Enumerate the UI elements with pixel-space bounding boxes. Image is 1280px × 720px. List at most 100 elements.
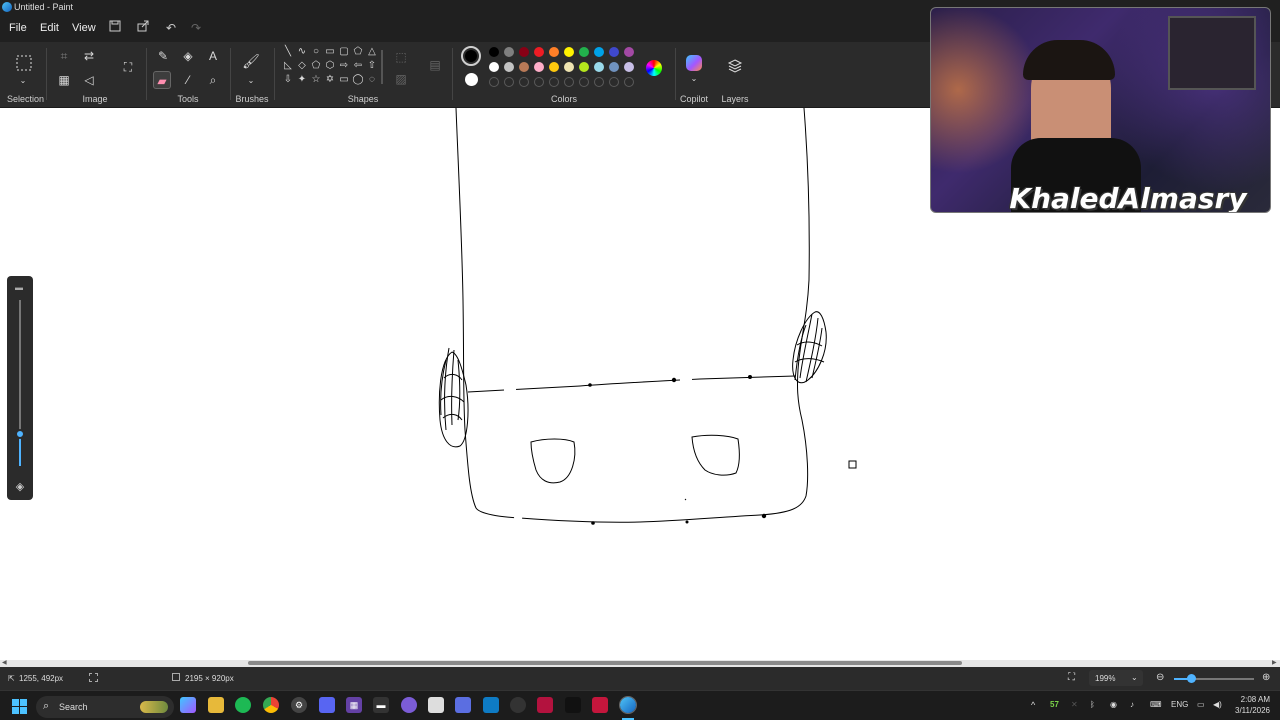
gamepad-icon[interactable] (455, 697, 471, 713)
color-swatch[interactable] (564, 47, 574, 57)
shapes-scrollbar[interactable] (381, 50, 383, 84)
color-swatch[interactable] (549, 47, 559, 57)
color-swatch[interactable] (564, 62, 574, 72)
bluetooth-icon[interactable]: ᛒ (1090, 700, 1095, 709)
color-swatch[interactable] (594, 62, 604, 72)
up-arrow-shape-icon[interactable]: ⇧ (366, 60, 378, 72)
pencil-icon[interactable]: ✎ (154, 47, 172, 65)
zoom-slider-knob[interactable] (1187, 674, 1196, 683)
tray-icon[interactable]: ✕ (1071, 700, 1078, 709)
undo-icon[interactable]: ↶ (163, 20, 179, 36)
color-swatch[interactable] (624, 47, 634, 57)
color-swatch[interactable] (489, 62, 499, 72)
file-explorer-icon[interactable] (208, 697, 224, 713)
custom-color-slot[interactable] (624, 77, 634, 87)
five-star-shape-icon[interactable]: ☆ (310, 74, 322, 86)
color-swatch[interactable] (579, 47, 589, 57)
scroll-right-icon[interactable]: ▶ (1272, 659, 1277, 666)
chevron-down-icon[interactable]: ⌄ (242, 72, 260, 90)
chevron-up-icon[interactable]: ^ (1031, 700, 1035, 710)
menu-edit[interactable]: Edit (40, 22, 59, 34)
custom-color-slot[interactable] (579, 77, 589, 87)
hexagon-shape-icon[interactable]: ⬡ (324, 60, 336, 72)
chevron-down-icon[interactable]: ⌄ (14, 72, 32, 90)
copilot-taskbar-icon[interactable] (180, 697, 196, 713)
fill-style-icon[interactable]: ▨ (392, 70, 410, 88)
shape-options-icon[interactable]: ▤ (426, 56, 444, 74)
color-swatch[interactable] (549, 62, 559, 72)
keyboard-icon[interactable]: ⌨ (1150, 700, 1162, 709)
custom-color-slot[interactable] (609, 77, 619, 87)
network-icon[interactable]: ▭ (1197, 700, 1205, 709)
custom-color-slot[interactable] (504, 77, 514, 87)
fill-icon[interactable]: ◈ (179, 47, 197, 65)
polygon-shape-icon[interactable]: ⬠ (352, 46, 364, 58)
color-swatch[interactable] (594, 47, 604, 57)
zoom-dropdown[interactable]: 199% ⌄ (1089, 670, 1143, 686)
layers-icon[interactable] (726, 58, 744, 76)
scroll-left-icon[interactable]: ◀ (2, 659, 7, 666)
curve-shape-icon[interactable]: ∿ (296, 46, 308, 58)
rectangle-shape-icon[interactable]: ▭ (324, 46, 336, 58)
color-swatch[interactable] (579, 62, 589, 72)
color-swatch[interactable] (504, 62, 514, 72)
six-star-shape-icon[interactable]: ✡ (324, 74, 336, 86)
color-swatch[interactable] (609, 47, 619, 57)
color-swatch[interactable] (504, 47, 514, 57)
rounded-rect-shape-icon[interactable]: ▢ (338, 46, 350, 58)
callout-oval-shape-icon[interactable]: ◯ (352, 74, 364, 86)
settings-app-icon[interactable]: ⚙ (291, 697, 307, 713)
discord-tray-icon[interactable]: ◉ (1110, 700, 1117, 709)
horizontal-scrollbar[interactable]: ◀ ▶ (0, 660, 1280, 667)
scrollbar-thumb[interactable] (248, 661, 962, 665)
diamond-shape-icon[interactable]: ◇ (296, 60, 308, 72)
color-swatch[interactable] (519, 47, 529, 57)
crop-icon[interactable]: ⌗ (55, 47, 73, 65)
eraser-icon[interactable]: ▰ (153, 71, 171, 89)
tray-count[interactable]: 57 (1050, 700, 1059, 709)
chevron-down-icon[interactable]: ⌄ (685, 70, 703, 88)
redo-icon[interactable]: ↷ (188, 20, 204, 36)
left-arrow-shape-icon[interactable]: ⇦ (352, 60, 364, 72)
text-icon[interactable]: A (204, 47, 222, 65)
slider-knob[interactable] (15, 429, 25, 440)
image-edit-icon[interactable]: ▦ (55, 71, 73, 89)
app-icon[interactable] (428, 697, 444, 713)
brush-icon[interactable]: 🖌 (242, 52, 260, 70)
save-icon[interactable] (107, 20, 123, 36)
color-swatch[interactable] (534, 47, 544, 57)
app-icon[interactable] (537, 697, 553, 713)
custom-color-slot[interactable] (534, 77, 544, 87)
copilot-icon[interactable] (686, 55, 702, 71)
outline-icon[interactable]: ⬚ (392, 48, 410, 66)
volume-icon[interactable]: ◀) (1213, 700, 1222, 709)
callout-cloud-shape-icon[interactable]: ◌ (366, 74, 378, 86)
image-select-icon[interactable]: ⛶ (118, 58, 138, 78)
discord-icon[interactable] (319, 697, 335, 713)
language-indicator[interactable]: ENG (1171, 700, 1188, 709)
windows-start-icon[interactable] (12, 699, 27, 714)
selection-rect-icon[interactable] (14, 54, 34, 74)
fit-to-window-icon[interactable]: ⛶ (1068, 672, 1075, 683)
app-icon[interactable] (510, 697, 526, 713)
app-icon[interactable] (483, 697, 499, 713)
callout-rect-shape-icon[interactable]: ▭ (338, 74, 350, 86)
menu-file[interactable]: File (9, 22, 27, 34)
right-arrow-shape-icon[interactable]: ⇨ (338, 60, 350, 72)
color-swatch[interactable] (609, 62, 619, 72)
zoom-out-icon[interactable]: ⊖ (1156, 672, 1164, 683)
color-swatch[interactable] (534, 62, 544, 72)
custom-color-slot[interactable] (519, 77, 529, 87)
grid-app-icon[interactable]: ▦ (346, 697, 362, 713)
magnifier-icon[interactable]: ⌕ (204, 71, 222, 89)
resize-icon[interactable]: ⇄ (80, 47, 98, 65)
microphone-icon[interactable]: ♪ (1130, 700, 1134, 709)
share-icon[interactable] (135, 20, 151, 36)
spotify-icon[interactable] (235, 697, 251, 713)
secondary-color-swatch[interactable] (465, 73, 478, 86)
triangle-shape-icon[interactable]: △ (366, 46, 378, 58)
color-swatch[interactable] (519, 62, 529, 72)
color-swatch[interactable] (624, 62, 634, 72)
custom-color-slot[interactable] (549, 77, 559, 87)
zoom-in-icon[interactable]: ⊕ (1262, 672, 1270, 683)
